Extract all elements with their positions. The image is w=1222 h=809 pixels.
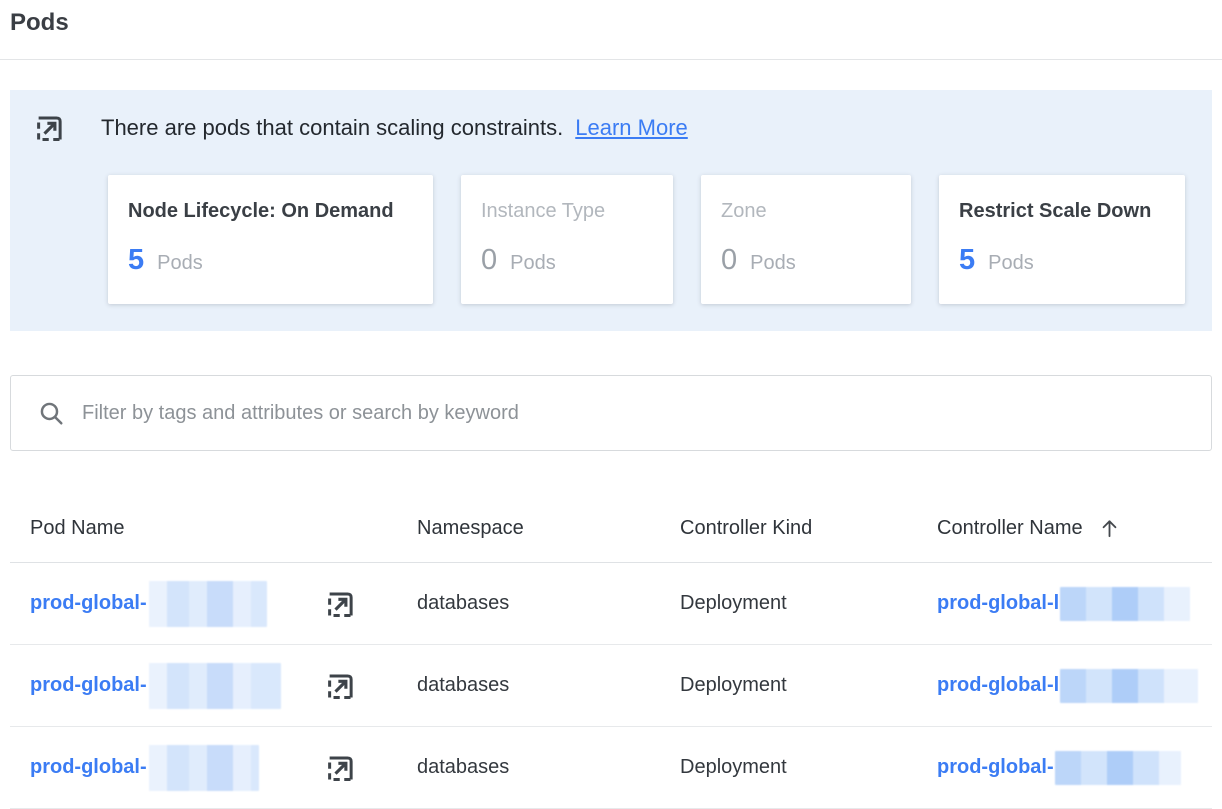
redacted-controller-name [1060, 587, 1190, 621]
search-input[interactable] [82, 393, 1211, 433]
table-header-row: Pod Name Namespace Controller Kind Contr… [10, 451, 1212, 563]
pod-name-link[interactable]: prod-global- [30, 674, 147, 697]
search-icon [38, 400, 65, 427]
scale-out-icon [35, 113, 65, 143]
sort-ascending-arrow-icon [1098, 517, 1121, 540]
redacted-controller-name [1055, 751, 1181, 785]
card-zone[interactable]: Zone 0 Pods [701, 175, 911, 304]
page-title: Pods [0, 0, 1222, 37]
card-count: 5 [959, 244, 975, 277]
pod-name-link[interactable]: prod-global- [30, 756, 147, 779]
banner-message: There are pods that contain scaling cons… [101, 115, 563, 141]
column-header-controller-kind[interactable]: Controller Kind [660, 517, 917, 562]
card-unit: Pods [988, 252, 1034, 275]
scale-out-icon[interactable] [326, 671, 356, 701]
table-row: prod-global- databases Deployment prod-g… [10, 727, 1212, 809]
redacted-pod-name [149, 663, 281, 709]
table-row: prod-global- databases Deployment prod-g… [10, 645, 1212, 727]
card-title: Zone [721, 200, 891, 223]
card-restrict-scale-down[interactable]: Restrict Scale Down 5 Pods [939, 175, 1185, 304]
filter-bar [10, 375, 1212, 451]
card-unit: Pods [157, 252, 203, 275]
card-count: 5 [128, 244, 144, 277]
card-title: Instance Type [481, 200, 653, 223]
table-row: prod-global- databases Deployment prod-g… [10, 563, 1212, 645]
column-header-controller-name[interactable]: Controller Name [917, 517, 1212, 562]
controller-kind-cell: Deployment [660, 674, 917, 697]
namespace-cell: databases [397, 756, 660, 779]
card-unit: Pods [750, 252, 796, 275]
title-divider [0, 59, 1222, 60]
scale-out-icon[interactable] [326, 753, 356, 783]
pod-name-link[interactable]: prod-global- [30, 592, 147, 615]
scaling-constraints-banner: There are pods that contain scaling cons… [10, 90, 1212, 331]
controller-kind-cell: Deployment [660, 592, 917, 615]
card-instance-type[interactable]: Instance Type 0 Pods [461, 175, 673, 304]
namespace-cell: databases [397, 592, 660, 615]
pods-table: Pod Name Namespace Controller Kind Contr… [10, 451, 1212, 809]
card-count: 0 [481, 244, 497, 277]
redacted-pod-name [149, 581, 267, 627]
card-title: Node Lifecycle: On Demand [128, 200, 413, 223]
controller-kind-cell: Deployment [660, 756, 917, 779]
redacted-pod-name [149, 745, 259, 791]
controller-name-link[interactable]: prod-global-l [937, 592, 1059, 615]
redacted-controller-name [1060, 669, 1198, 703]
card-title: Restrict Scale Down [959, 200, 1165, 223]
scale-out-icon[interactable] [326, 589, 356, 619]
card-node-lifecycle[interactable]: Node Lifecycle: On Demand 5 Pods [108, 175, 433, 304]
card-unit: Pods [510, 252, 556, 275]
constraint-cards: Node Lifecycle: On Demand 5 Pods Instanc… [108, 175, 1188, 304]
learn-more-link[interactable]: Learn More [575, 115, 688, 141]
column-header-namespace[interactable]: Namespace [397, 517, 660, 562]
column-header-pod-name[interactable]: Pod Name [10, 517, 397, 562]
controller-name-link[interactable]: prod-global- [937, 756, 1054, 779]
namespace-cell: databases [397, 674, 660, 697]
card-count: 0 [721, 244, 737, 277]
controller-name-link[interactable]: prod-global-l [937, 674, 1059, 697]
